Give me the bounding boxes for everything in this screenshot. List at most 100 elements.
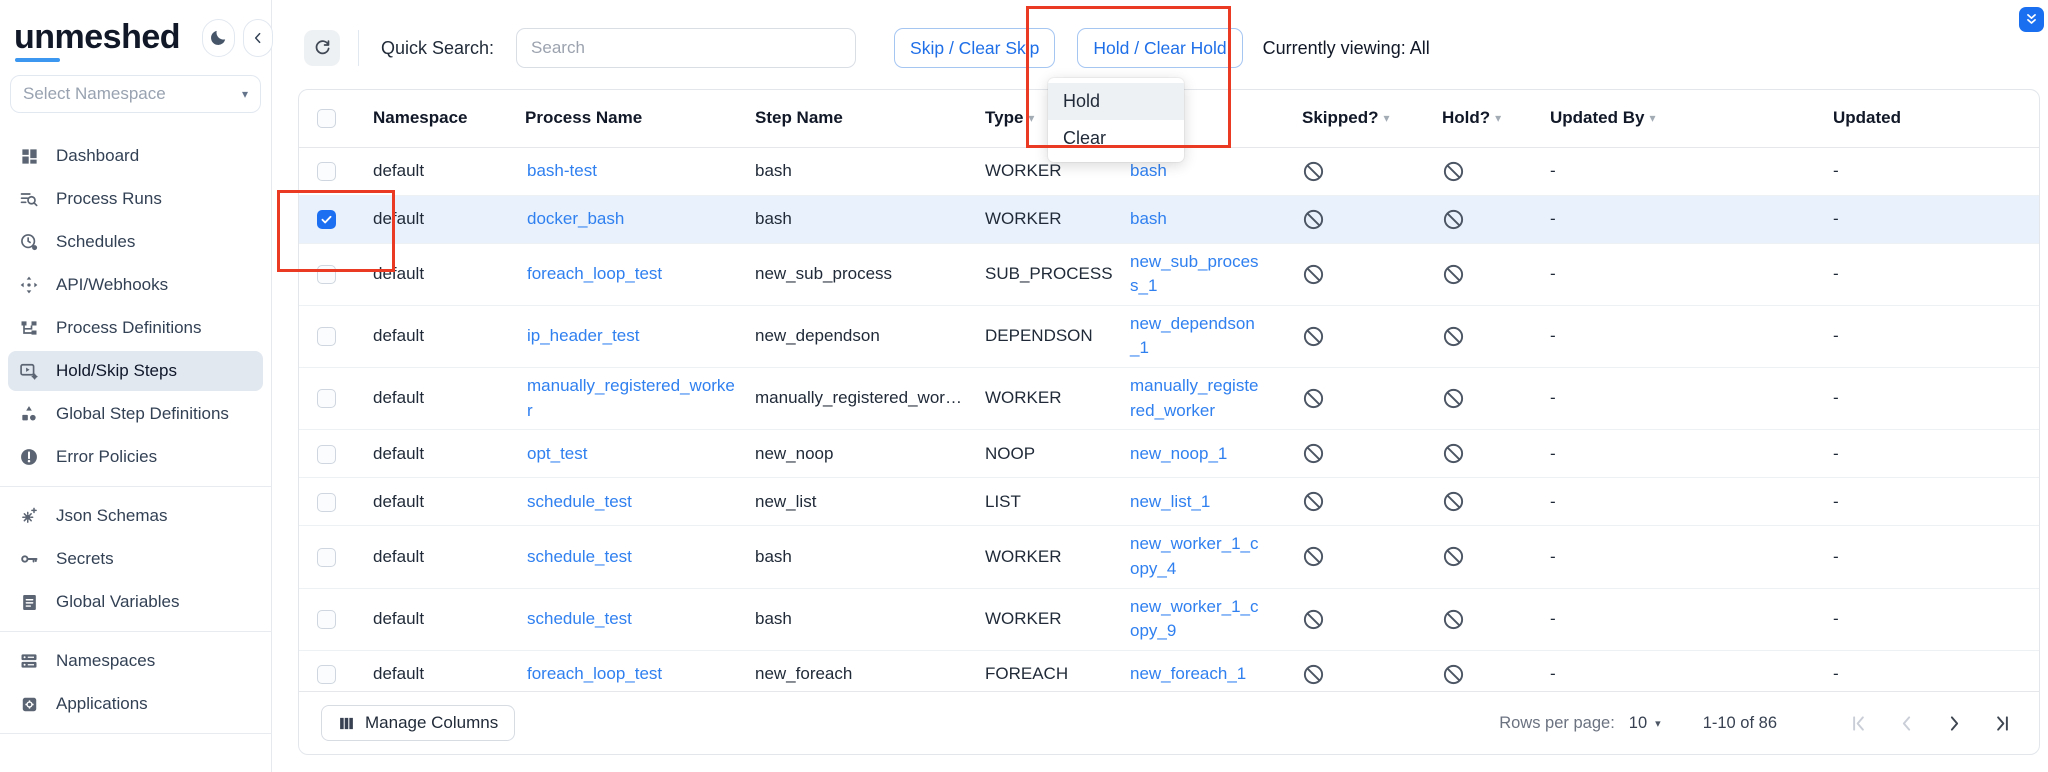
sidebar-item-secrets[interactable]: Secrets <box>8 539 263 579</box>
step-ref-link[interactable]: new_noop_1 <box>1130 444 1227 463</box>
table-card: NamespaceProcess NameStep NameType▾Skipp… <box>298 89 2040 755</box>
sidebar-item-dashboard[interactable]: Dashboard <box>8 136 263 176</box>
sort-arrow-icon[interactable]: ▾ <box>1495 111 1501 125</box>
column-header-hold[interactable]: Hold?▾ <box>1426 90 1538 147</box>
sidebar-item-error-policies[interactable]: Error Policies <box>8 437 263 477</box>
row-checkbox[interactable] <box>317 265 336 284</box>
process-name-cell: ip_header_test <box>513 305 743 367</box>
sidebar-item-global-step-definitions[interactable]: Global Step Definitions <box>8 394 263 434</box>
namespace-select[interactable]: Select Namespace ▾ <box>10 75 261 113</box>
sidebar-item-api-webhooks[interactable]: API/Webhooks <box>8 265 263 305</box>
process-name-link[interactable]: manually_registered_worker <box>527 376 735 420</box>
hold-clear-hold-button[interactable]: Hold / Clear Hold <box>1077 28 1242 68</box>
table-row: defaultopt_testnew_noopNOOPnew_noop_1-- <box>299 430 2039 478</box>
updated-by-cell: - <box>1538 243 1821 305</box>
notification-badge[interactable] <box>2019 7 2044 32</box>
row-checkbox[interactable] <box>317 210 336 229</box>
process-name-link[interactable]: foreach_loop_test <box>527 664 662 683</box>
manage-columns-button[interactable]: Manage Columns <box>321 705 515 741</box>
row-checkbox[interactable] <box>317 327 336 346</box>
column-header-skipped[interactable]: Skipped?▾ <box>1286 90 1426 147</box>
sidebar-item-global-variables[interactable]: Global Variables <box>8 582 263 622</box>
step-ref-link[interactable]: new_sub_process_1 <box>1130 252 1259 296</box>
refresh-button[interactable] <box>304 30 340 66</box>
sidebar-item-json-schemas[interactable]: Json Schemas <box>8 496 263 536</box>
updated-cell: - <box>1821 430 2039 478</box>
menu-item-clear[interactable]: Clear <box>1048 120 1184 157</box>
toolbar-divider <box>358 30 359 66</box>
table-row: defaultdocker_bashbashWORKERbash-- <box>299 195 2039 243</box>
process-name-link[interactable]: docker_bash <box>527 209 624 228</box>
column-header-updated-by[interactable]: Updated By▾ <box>1538 90 1821 147</box>
sidebar-item-process-runs[interactable]: Process Runs <box>8 179 263 219</box>
sidebar-item-schedules[interactable]: Schedules <box>8 222 263 262</box>
json-schemas-icon <box>18 506 40 526</box>
process-name-link[interactable]: schedule_test <box>527 609 632 628</box>
sidebar-item-namespaces[interactable]: Namespaces <box>8 641 263 681</box>
updated-by-cell: - <box>1538 588 1821 650</box>
row-checkbox[interactable] <box>317 610 336 629</box>
step-ref-link[interactable]: new_foreach_1 <box>1130 664 1246 683</box>
row-checkbox[interactable] <box>317 445 336 464</box>
pagination-range-label: 1-10 of 86 <box>1703 714 1777 733</box>
updated-cell: - <box>1821 195 2039 243</box>
row-checkbox[interactable] <box>317 548 336 567</box>
sidebar-item-hold-skip-steps[interactable]: Hold/Skip Steps <box>8 351 263 391</box>
updated-by-cell: - <box>1538 526 1821 588</box>
pager-button-chevron-left[interactable] <box>1895 712 1917 734</box>
sidebar-collapse-button[interactable] <box>243 19 273 57</box>
rows-per-page-caret-icon[interactable]: ▾ <box>1655 718 1661 729</box>
step-ref-link[interactable]: new_dependson_1 <box>1130 314 1255 358</box>
sidebar-nav-group: NamespacesApplications <box>0 632 271 734</box>
process-name-link[interactable]: opt_test <box>527 444 588 463</box>
sidebar-item-applications[interactable]: Applications <box>8 684 263 724</box>
pager-button-last-page[interactable] <box>1991 712 2013 734</box>
header-checkbox[interactable] <box>317 109 336 128</box>
step-ref-cell: new_noop_1 <box>1118 430 1286 478</box>
row-checkbox[interactable] <box>317 493 336 512</box>
skip-clear-skip-button[interactable]: Skip / Clear Skip <box>894 28 1055 68</box>
step-ref-link[interactable]: new_worker_1_copy_9 <box>1130 597 1259 641</box>
block-icon <box>1442 160 1534 183</box>
step-ref-link[interactable]: bash <box>1130 161 1167 180</box>
block-icon <box>1442 663 1534 686</box>
namespace-cell: default <box>361 526 513 588</box>
process-name-link[interactable]: ip_header_test <box>527 326 639 345</box>
row-checkbox[interactable] <box>317 162 336 181</box>
pager-button-first-page[interactable] <box>1847 712 1869 734</box>
block-icon <box>1302 160 1422 183</box>
skipped-cell <box>1286 588 1426 650</box>
column-header-label: Updated <box>1833 108 1901 127</box>
sidebar-item-label: Global Step Definitions <box>56 404 229 424</box>
step-ref-link[interactable]: new_worker_1_copy_4 <box>1130 534 1259 578</box>
process-name-link[interactable]: bash-test <box>527 161 597 180</box>
step-ref-link[interactable]: new_list_1 <box>1130 492 1210 511</box>
step-ref-link[interactable]: manually_registered_worker <box>1130 376 1259 420</box>
type-cell: WORKER <box>973 368 1118 430</box>
rows-per-page-value[interactable]: 10 <box>1629 714 1647 733</box>
table-body: defaultbash-testbashWORKERbash--defaultd… <box>299 147 2039 691</box>
pager-button-chevron-right[interactable] <box>1943 712 1965 734</box>
sort-arrow-icon[interactable]: ▾ <box>1028 111 1034 125</box>
search-input[interactable] <box>516 28 856 68</box>
sort-arrow-icon[interactable]: ▾ <box>1384 111 1390 125</box>
row-checkbox[interactable] <box>317 389 336 408</box>
hold-cell <box>1426 478 1538 526</box>
caret-down-icon: ▾ <box>242 88 248 100</box>
process-name-link[interactable]: schedule_test <box>527 547 632 566</box>
block-icon <box>1442 387 1534 410</box>
block-icon <box>1302 663 1422 686</box>
updated-cell: - <box>1821 147 2039 195</box>
row-checkbox[interactable] <box>317 665 336 684</box>
hold-cell <box>1426 195 1538 243</box>
sort-arrow-icon[interactable]: ▾ <box>1649 111 1655 125</box>
menu-item-hold[interactable]: Hold <box>1048 83 1184 120</box>
step-ref-link[interactable]: bash <box>1130 209 1167 228</box>
theme-toggle-button[interactable] <box>202 19 235 57</box>
updated-cell: - <box>1821 305 2039 367</box>
sidebar-item-process-definitions[interactable]: Process Definitions <box>8 308 263 348</box>
process-name-link[interactable]: foreach_loop_test <box>527 264 662 283</box>
sidebar-item-label: Global Variables <box>56 592 179 612</box>
updated-by-cell: - <box>1538 650 1821 691</box>
process-name-link[interactable]: schedule_test <box>527 492 632 511</box>
